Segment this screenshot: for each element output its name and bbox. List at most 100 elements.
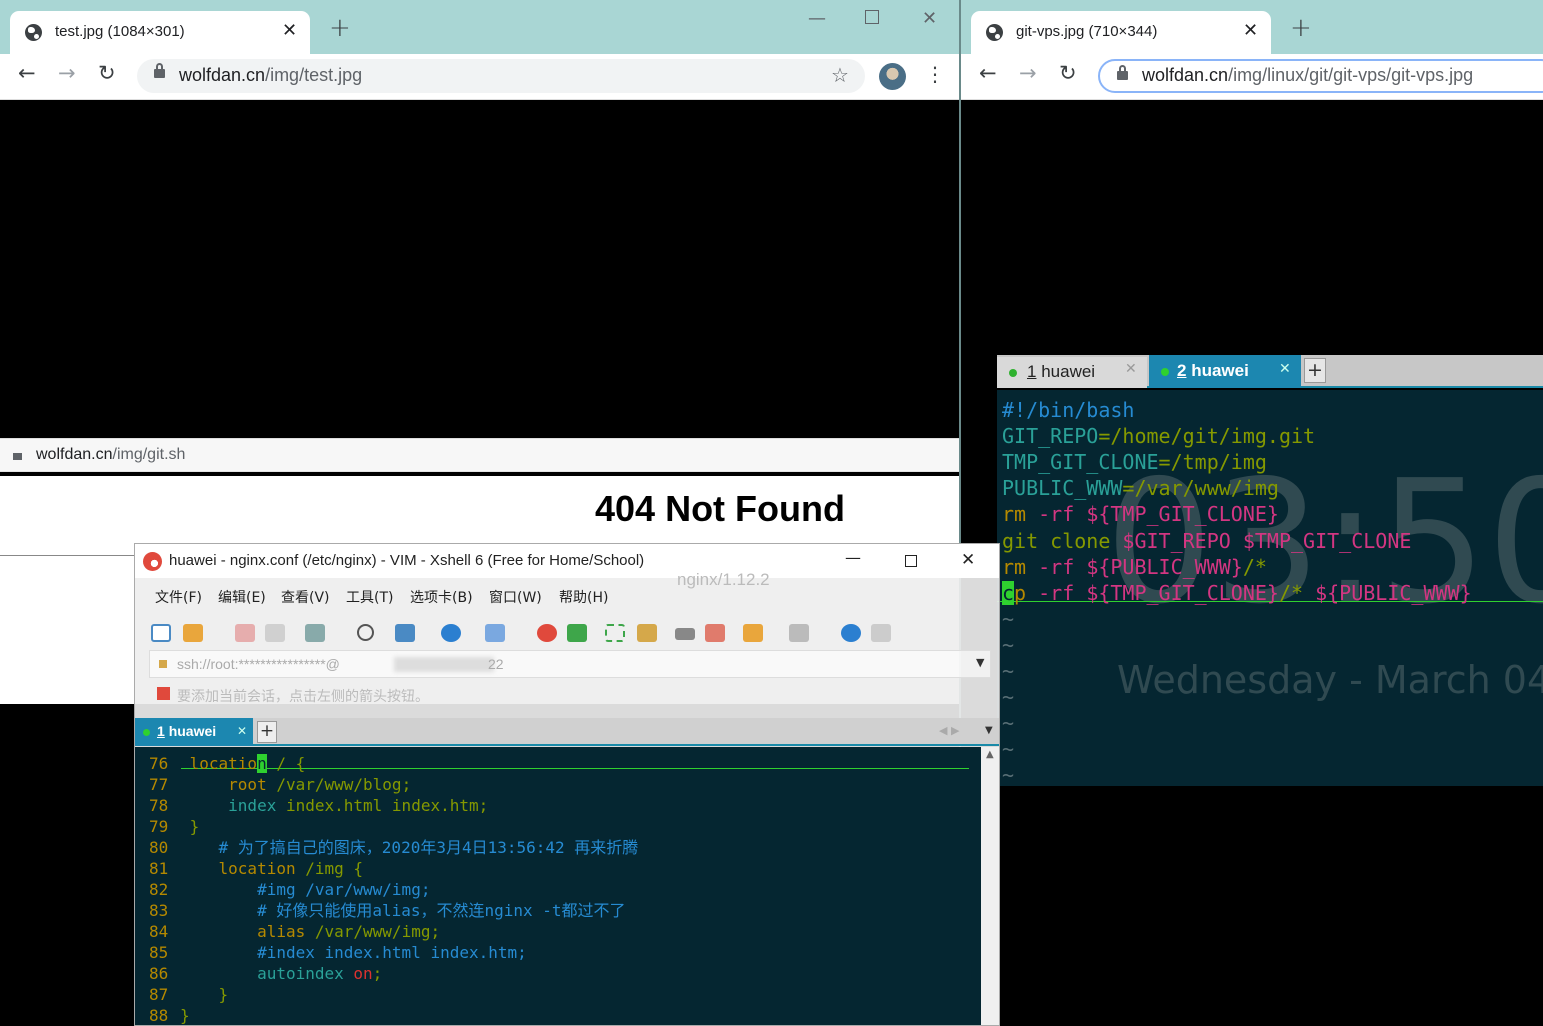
reconnect-icon[interactable] — [265, 624, 285, 642]
left-tab[interactable]: test.jpg (1084×301) ✕ — [10, 11, 310, 54]
reload-icon[interactable]: ↻ — [1059, 63, 1077, 84]
maximize-icon[interactable] — [905, 555, 917, 567]
back-icon[interactable]: ← — [18, 63, 36, 84]
toolbar — [135, 614, 999, 646]
fullscreen-icon[interactable] — [605, 624, 625, 642]
right-tab[interactable]: git-vps.jpg (710×344) ✕ — [971, 11, 1271, 54]
hint-bar: 要添加当前会话，点击左侧的箭头按钮。 — [149, 684, 991, 705]
scrollbar[interactable]: ▲ — [981, 747, 999, 1025]
disconnect-icon[interactable] — [235, 624, 255, 642]
right-browser-window: git-vps.jpg (710×344) ✕ + ← → ↻ wolfdan.… — [961, 0, 1543, 1026]
lock-icon — [1117, 65, 1128, 80]
session-tab-1[interactable]: 1 huawei ✕ — [135, 718, 253, 746]
minimize-icon[interactable]: — — [845, 548, 861, 567]
back-icon[interactable]: ← — [979, 63, 997, 84]
menu-file[interactable]: 文件(F) — [155, 587, 202, 607]
menu-tabs[interactable]: 选项卡(B) — [410, 587, 473, 607]
right-terminal: 03:50 Wednesday - March 04 #!/bin/bash GI… — [997, 390, 1543, 786]
address-url: wolfdan.cn/img/linux/git/git-vps/git-vps… — [1142, 65, 1474, 85]
lock-icon[interactable] — [637, 624, 657, 642]
close-window-icon[interactable]: ✕ — [961, 550, 975, 570]
vim-line: 76 location / { — [149, 754, 306, 773]
add-tab-icon[interactable]: + — [257, 721, 277, 743]
highlight-icon[interactable] — [705, 624, 725, 642]
xshell-logo-icon — [143, 552, 162, 571]
address-field[interactable]: ssh://root:****************@ 22 ▼ — [149, 650, 991, 678]
add-tab-icon[interactable]: + — [1304, 358, 1326, 383]
font-icon[interactable] — [485, 624, 505, 642]
close-window-icon[interactable]: ✕ — [922, 8, 937, 29]
transfer-icon[interactable] — [395, 624, 415, 642]
new-tab-icon[interactable]: + — [1290, 15, 1312, 41]
vim-terminal: 76 location / {77 root /var/www/blog; 78 … — [135, 747, 981, 1025]
open-folder-icon[interactable] — [183, 624, 203, 642]
help-icon[interactable] — [841, 624, 861, 642]
new-folder-icon[interactable] — [743, 624, 763, 642]
close-tab-icon[interactable]: ✕ — [237, 724, 247, 738]
menu-edit[interactable]: 编辑(E) — [218, 587, 266, 607]
terminal-line: ~ — [1002, 711, 1015, 736]
status-dot-icon — [143, 729, 150, 736]
vim-line: 83 # 好像只能使用alias，不然连nginx -t都过不了 — [149, 901, 626, 920]
new-session-icon[interactable] — [151, 624, 171, 642]
maximize-icon[interactable] — [865, 10, 879, 24]
right-tab-title: git-vps.jpg (710×344) — [1016, 23, 1158, 40]
address-url: wolfdan.cn/img/test.jpg — [179, 65, 363, 85]
tab-menu-icon[interactable]: ▼ — [985, 725, 993, 736]
find-icon[interactable] — [357, 624, 374, 641]
terminal-line: ~ — [1002, 737, 1015, 762]
terminal-line: git clone $GIT_REPO $TMP_GIT_CLONE — [1002, 528, 1412, 553]
terminal-tab-2[interactable]: 2 huawei ✕ — [1149, 355, 1301, 388]
lock-icon — [159, 660, 167, 668]
close-tab-icon[interactable]: ✕ — [1279, 361, 1291, 377]
close-tab-icon[interactable]: ✕ — [1243, 20, 1258, 41]
layout-icon[interactable] — [789, 624, 809, 642]
menu-view[interactable]: 查看(V) — [281, 587, 330, 607]
menu-bar: 文件(F) 编辑(E) 查看(V) 工具(T) 选项卡(B) 窗口(W) 帮助(… — [135, 582, 999, 610]
terminal-line: ~ — [1002, 632, 1015, 657]
vim-line: 81 location /img { — [149, 859, 364, 878]
reload-icon[interactable]: ↻ — [98, 63, 116, 84]
address-port: 22 — [488, 656, 504, 672]
left-tab-title: test.jpg (1084×301) — [55, 23, 185, 40]
terminal-tab-1[interactable]: 1 huawei ✕ — [997, 357, 1147, 388]
close-tab-icon[interactable]: ✕ — [1125, 361, 1137, 377]
session-tabbar: 1 huawei ✕ + ◀ ▶ ▼ — [135, 718, 999, 746]
redacted-host — [394, 657, 494, 672]
vim-line: 80 # 为了搞自己的图床，2020年3月4日13:56:42 再来折腾 — [149, 838, 639, 857]
xshell-icon[interactable] — [537, 624, 557, 642]
tab-label: 2 huawei — [1177, 361, 1249, 380]
dropdown-arrow-icon[interactable]: ▼ — [976, 656, 984, 669]
address-bar[interactable]: wolfdan.cn/img/test.jpg ☆ — [137, 59, 865, 93]
arrow-icon[interactable] — [157, 687, 170, 700]
tab-nav-icon[interactable]: ◀ ▶ — [939, 724, 959, 737]
new-tab-icon[interactable]: + — [329, 15, 351, 41]
avatar[interactable] — [879, 63, 906, 90]
vim-line: 78 index index.html index.htm; — [149, 796, 489, 815]
menu-kebab-icon[interactable]: ⋮ — [925, 64, 945, 84]
lock-icon — [13, 453, 22, 460]
properties-icon[interactable] — [305, 624, 325, 642]
terminal-line: ~ — [1002, 763, 1015, 786]
bookmark-star-icon[interactable]: ☆ — [831, 63, 849, 87]
scroll-up-icon[interactable]: ▲ — [986, 749, 994, 760]
right-nav-bar: ← → ↻ wolfdan.cn/img/linux/git/git-vps/g… — [961, 54, 1543, 100]
forward-icon[interactable]: → — [1019, 63, 1037, 84]
chat-icon[interactable] — [871, 624, 891, 642]
terminal-line: GIT_REPO=/home/git/img.git — [1002, 424, 1316, 449]
address-bar[interactable]: wolfdan.cn/img/linux/git/git-vps/git-vps… — [1098, 59, 1543, 93]
forward-icon[interactable]: → — [58, 63, 76, 84]
menu-tools[interactable]: 工具(T) — [346, 587, 393, 607]
globe-icon[interactable] — [441, 624, 461, 642]
minimize-icon[interactable]: — — [808, 8, 826, 29]
menu-window[interactable]: 窗口(W) — [489, 587, 542, 607]
keyboard-icon[interactable] — [675, 628, 695, 640]
terminal-line: #!/bin/bash — [1002, 398, 1135, 422]
menu-help[interactable]: 帮助(H) — [559, 587, 608, 607]
close-tab-icon[interactable]: ✕ — [282, 20, 297, 41]
vim-line: 87 } — [149, 985, 229, 1004]
xshell-window: huawei - nginx.conf (/etc/nginx) - VIM -… — [134, 543, 1000, 1026]
not-found-heading: 404 Not Found — [595, 488, 845, 529]
terminal-line: rm -rf ${PUBLIC_WWW}/* — [1002, 554, 1267, 579]
xftp-icon[interactable] — [567, 624, 587, 642]
